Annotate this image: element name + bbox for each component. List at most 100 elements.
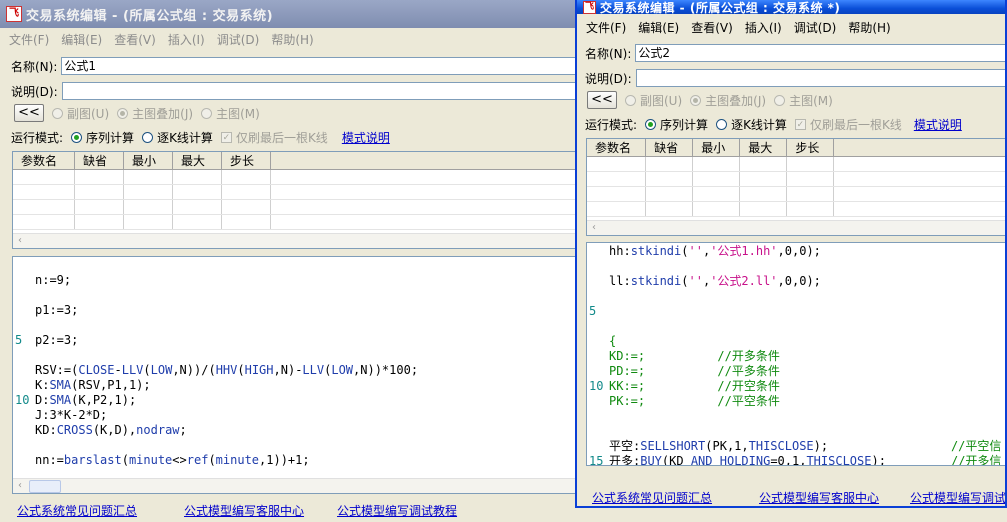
scroll-left-icon[interactable]: ‹ [13,234,27,248]
collapse-button[interactable]: << [587,91,617,109]
col-default[interactable]: 缺省 [645,139,694,157]
refresh-last-bar-checkbox[interactable]: ✓ [794,119,806,130]
menu-file[interactable]: 文件(F) [9,31,49,48]
radio-sequence-calc[interactable] [71,132,83,143]
service-center-link[interactable]: 公式模型编写客服中心 [759,489,879,506]
col-max[interactable]: 最大 [739,139,788,157]
code-line[interactable] [15,348,35,363]
faq-link[interactable]: 公式系统常见问题汇总 [592,489,712,506]
debug-tutorial-link[interactable]: 公式模型编写调试教程 [337,502,457,519]
name-input[interactable]: 公式1 [61,57,600,75]
col-min[interactable]: 最小 [123,152,173,170]
code-line[interactable]: K:SMA(RSV,P1,1); [15,378,151,393]
radio-per-bar-calc[interactable] [142,132,154,143]
col-max[interactable]: 最大 [172,152,222,170]
code-editor[interactable]: hh:stkindi('','公式1.hh',0,0); ll:stkindi('… [586,242,1005,466]
code-line[interactable] [589,424,609,439]
scroll-thumb[interactable] [29,480,61,493]
param-table[interactable]: 参数名 缺省 最小 最大 步长 ‹ [586,138,1005,236]
col-default[interactable]: 缺省 [74,152,124,170]
table-row[interactable] [13,184,579,200]
table-row[interactable] [13,199,579,215]
table-row[interactable] [13,214,579,230]
menu-edit[interactable]: 编辑(E) [61,31,102,48]
menu-edit[interactable]: 编辑(E) [638,19,679,36]
code-line[interactable]: 5 [589,304,609,319]
refresh-last-bar-checkbox[interactable]: ✓ [220,132,232,143]
code-line[interactable] [589,409,609,424]
code-line[interactable]: 平空:SELLSHORT(PK,1,THISCLOSE); //平空信 [589,439,1001,454]
code-line[interactable]: n:=9; [15,273,71,288]
code-line[interactable]: PK:=; //平空条件 [589,394,780,409]
title-bar[interactable]: 飞 交易系统编辑 - (所属公式组 : 交易系统 *) [577,0,1005,15]
param-table-hscroll[interactable]: ‹ [13,233,591,248]
collapse-button[interactable]: << [14,104,44,122]
menu-view[interactable]: 查看(V) [691,19,733,36]
code-line[interactable]: hh:stkindi('','公式1.hh',0,0); [589,244,821,259]
menu-debug[interactable]: 调试(D) [794,19,837,36]
code-line[interactable]: 10 D:SMA(K,P2,1); [15,393,136,408]
radio-subchart[interactable] [52,107,63,119]
code-line[interactable] [15,318,35,333]
code-line[interactable]: ll:stkindi('','公式2.ll',0,0); [589,274,821,289]
radio-main-overlay[interactable] [117,107,129,119]
code-line[interactable] [15,288,35,303]
desc-input[interactable] [635,69,1005,87]
table-row[interactable] [587,156,1005,172]
scroll-left-icon[interactable]: ‹ [13,479,27,493]
table-row[interactable] [13,169,579,185]
radio-subchart[interactable] [625,94,636,106]
faq-link[interactable]: 公式系统常见问题汇总 [17,502,137,519]
menu-file[interactable]: 文件(F) [586,19,626,36]
menu-insert[interactable]: 插入(I) [745,19,782,36]
col-step[interactable]: 步长 [221,152,271,170]
code-line[interactable]: nn:=barslast(minute<>ref(minute,1))+1; [15,453,310,468]
code-line[interactable]: J:3*K-2*D; [15,408,107,423]
table-row[interactable] [587,186,1005,202]
col-step[interactable]: 步长 [786,139,835,157]
code-line[interactable]: KD:CROSS(K,D),nodraw; [15,423,187,438]
code-line[interactable] [15,438,35,453]
param-table-hscroll[interactable]: ‹ [587,220,1005,235]
table-row[interactable] [587,171,1005,187]
radio-main-chart[interactable] [774,94,786,106]
code-line[interactable] [589,289,609,304]
code-line[interactable]: 10 KK:=; //开空条件 [589,379,780,394]
formula-editor-window-1[interactable]: 飞 交易系统编辑 - (所属公式组 : 交易系统) 文件(F) 编辑(E) 查看… [0,0,600,522]
code-line[interactable] [15,258,35,273]
name-input[interactable]: 公式2 [635,44,1005,62]
desc-input[interactable] [61,82,600,100]
mode-help-link[interactable]: 模式说明 [342,129,390,146]
radio-main-chart[interactable] [201,107,213,119]
mode-help-link[interactable]: 模式说明 [914,116,962,133]
radio-sequence-calc[interactable] [645,119,657,130]
col-min[interactable]: 最小 [692,139,741,157]
scroll-left-icon[interactable]: ‹ [587,221,601,235]
code-line[interactable]: p1:=3; [15,303,78,318]
menu-insert[interactable]: 插入(I) [168,31,205,48]
code-line[interactable]: KD:=; //开多条件 [589,349,780,364]
param-table[interactable]: 参数名 缺省 最小 最大 步长 ‹ [12,151,592,249]
code-editor[interactable]: n:=9; p1:=3; 5 p2:=3; RSV:=(CLOSE-LLV(LOW,N)… [12,256,592,494]
code-line[interactable] [589,319,609,334]
col-param-name[interactable]: 参数名 [13,152,75,170]
code-line[interactable]: RSV:=(CLOSE-LLV(LOW,N))/(HHV(HIGH,N)-LLV… [15,363,418,378]
radio-main-overlay[interactable] [690,94,702,106]
radio-per-bar-calc[interactable] [716,119,728,130]
code-editor-hscroll[interactable]: ‹ [13,478,591,493]
code-line[interactable]: 5 p2:=3; [15,333,78,348]
debug-tutorial-link[interactable]: 公式模型编写调试 [910,489,1005,506]
code-line[interactable] [589,259,609,274]
code-line[interactable]: { [589,334,616,349]
code-line[interactable]: PD:=; //平多条件 [589,364,780,379]
service-center-link[interactable]: 公式模型编写客服中心 [184,502,304,519]
table-row[interactable] [587,201,1005,217]
menu-help[interactable]: 帮助(H) [848,19,890,36]
menu-debug[interactable]: 调试(D) [217,31,260,48]
formula-editor-window-2[interactable]: 飞 交易系统编辑 - (所属公式组 : 交易系统 *) 文件(F) 编辑(E) … [575,0,1007,508]
title-bar[interactable]: 飞 交易系统编辑 - (所属公式组 : 交易系统) [0,0,600,28]
menu-help[interactable]: 帮助(H) [271,31,313,48]
col-param-name[interactable]: 参数名 [587,139,647,157]
menu-view[interactable]: 查看(V) [114,31,156,48]
code-line[interactable]: 15 开多:BUY(KD AND HOLDING=0,1,THISCLOSE); … [589,454,1001,465]
